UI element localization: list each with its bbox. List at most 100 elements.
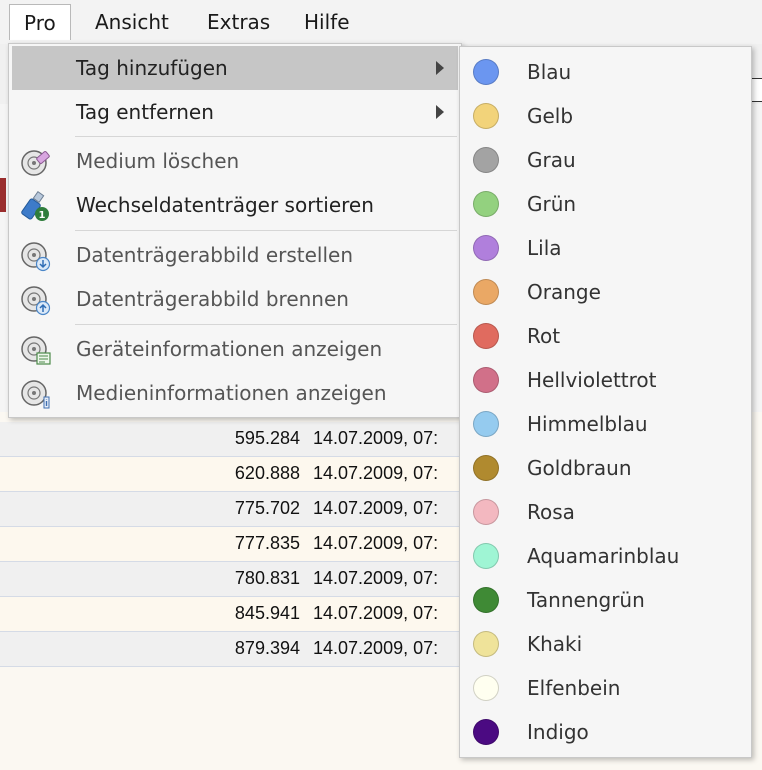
size-cell: 879.394 xyxy=(234,638,300,658)
tag-item-lila[interactable]: Lila xyxy=(460,226,751,270)
tag-item-goldbraun[interactable]: Goldbraun xyxy=(460,446,751,490)
menu-item-label: Geräteinformationen anzeigen xyxy=(76,337,383,361)
tag-item-label: Aquamarinblau xyxy=(527,544,680,568)
tag-item-label: Blau xyxy=(527,60,572,84)
color-dot-icon xyxy=(473,147,499,173)
submenu-arrow-icon xyxy=(436,105,444,119)
color-dot-icon xyxy=(473,235,499,261)
tag-item-indigo[interactable]: Indigo xyxy=(460,710,751,754)
add-tag-submenu: Blau Gelb Grau Grün Lila Orange Rot Hell… xyxy=(459,46,752,758)
disc-device-info-icon xyxy=(21,336,51,365)
menu-item-remove-tag[interactable]: Tag entfernen xyxy=(12,90,458,134)
usb-drive-icon: 1 xyxy=(21,191,49,221)
menu-separator xyxy=(75,136,457,137)
tag-item-hellviolettrot[interactable]: Hellviolettrot xyxy=(460,358,751,402)
tag-item-elfenbein[interactable]: Elfenbein xyxy=(460,666,751,710)
menu-item-label: Datenträgerabbild erstellen xyxy=(76,243,354,267)
menu-pro[interactable]: Pro xyxy=(9,4,71,40)
menu-item-sort-removable[interactable]: 1 Wechseldatenträger sortieren xyxy=(12,183,458,227)
tag-item-label: Rot xyxy=(527,324,561,348)
menu-hilfe[interactable]: Hilfe xyxy=(290,4,364,40)
table-row[interactable]: 620.888 14.07.2009, 07: xyxy=(0,457,460,492)
tag-item-aquamarinblau[interactable]: Aquamarinblau xyxy=(460,534,751,578)
menu-separator xyxy=(75,324,457,325)
table-row[interactable]: 845.941 14.07.2009, 07: xyxy=(0,597,460,632)
tag-item-khaki[interactable]: Khaki xyxy=(460,622,751,666)
tag-item-label: Gelb xyxy=(527,104,574,128)
color-dot-icon xyxy=(473,411,499,437)
date-cell: 14.07.2009, 07: xyxy=(313,638,439,658)
tag-item-label: Elfenbein xyxy=(527,676,621,700)
tag-item-label: Khaki xyxy=(527,632,583,656)
disc-burn-icon xyxy=(21,286,51,316)
tag-item-label: Himmelblau xyxy=(527,412,648,436)
tag-item-himmelblau[interactable]: Himmelblau xyxy=(460,402,751,446)
tag-item-label: Rosa xyxy=(527,500,575,524)
menu-item-label: Medieninformationen anzeigen xyxy=(76,381,387,405)
menu-item-create-disc-image[interactable]: Datenträgerabbild erstellen xyxy=(12,233,458,277)
table-row[interactable]: 595.284 14.07.2009, 07: xyxy=(0,422,460,457)
date-cell: 14.07.2009, 07: xyxy=(313,463,439,483)
tag-item-grau[interactable]: Grau xyxy=(460,138,751,182)
color-dot-icon xyxy=(473,587,499,613)
table-row[interactable]: 879.394 14.07.2009, 07: xyxy=(0,632,460,667)
color-dot-icon xyxy=(473,103,499,129)
disc-media-info-icon xyxy=(21,380,50,409)
tag-item-label: Grau xyxy=(527,148,576,172)
menu-ansicht[interactable]: Ansicht xyxy=(81,4,183,40)
tag-item-gelb[interactable]: Gelb xyxy=(460,94,751,138)
size-cell: 620.888 xyxy=(234,463,300,483)
table-row[interactable]: 775.702 14.07.2009, 07: xyxy=(0,492,460,527)
size-cell: 595.284 xyxy=(234,428,300,448)
tag-item-label: Tannengrün xyxy=(527,588,645,612)
menu-item-media-info[interactable]: Medieninformationen anzeigen xyxy=(12,371,458,415)
menu-bar: Pro Ansicht Extras Hilfe xyxy=(0,0,762,45)
tag-item-gruen[interactable]: Grün xyxy=(460,182,751,226)
color-dot-icon xyxy=(473,59,499,85)
color-dot-icon xyxy=(473,675,499,701)
submenu-arrow-icon xyxy=(436,61,444,75)
color-dot-icon xyxy=(473,455,499,481)
color-dot-icon xyxy=(473,631,499,657)
menu-item-label: Datenträgerabbild brennen xyxy=(76,287,349,311)
tag-item-rosa[interactable]: Rosa xyxy=(460,490,751,534)
tag-item-label: Indigo xyxy=(527,720,589,744)
menu-item-label: Wechseldatenträger sortieren xyxy=(76,193,374,217)
tag-item-label: Orange xyxy=(527,280,601,304)
menu-item-erase-medium[interactable]: Medium löschen xyxy=(12,139,458,183)
tag-item-orange[interactable]: Orange xyxy=(460,270,751,314)
color-dot-icon xyxy=(473,719,499,745)
tag-item-label: Goldbraun xyxy=(527,456,632,480)
disc-erase-icon xyxy=(21,150,50,176)
table-row[interactable]: 780.831 14.07.2009, 07: xyxy=(0,562,460,597)
color-dot-icon xyxy=(473,367,499,393)
pro-dropdown-menu: Tag hinzufügen Tag entfernen Medium lösc… xyxy=(8,43,462,418)
color-dot-icon xyxy=(473,191,499,217)
menu-separator xyxy=(75,230,457,231)
tag-item-label: Hellviolettrot xyxy=(527,368,657,392)
color-dot-icon xyxy=(473,543,499,569)
menu-item-label: Tag hinzufügen xyxy=(76,56,228,80)
date-cell: 14.07.2009, 07: xyxy=(313,428,439,448)
date-cell: 14.07.2009, 07: xyxy=(313,568,439,588)
table-row[interactable]: 777.835 14.07.2009, 07: xyxy=(0,527,460,562)
menu-item-label: Tag entfernen xyxy=(76,100,214,124)
tag-item-blau[interactable]: Blau xyxy=(460,50,751,94)
menu-item-device-info[interactable]: Geräteinformationen anzeigen xyxy=(12,327,458,371)
size-cell: 780.831 xyxy=(234,568,300,588)
menu-item-label: Medium löschen xyxy=(76,149,240,173)
tag-item-tannengruen[interactable]: Tannengrün xyxy=(460,578,751,622)
disc-image-create-icon xyxy=(21,242,51,272)
menu-extras[interactable]: Extras xyxy=(193,4,284,40)
menu-item-burn-disc-image[interactable]: Datenträgerabbild brennen xyxy=(12,277,458,321)
tag-item-rot[interactable]: Rot xyxy=(460,314,751,358)
date-cell: 14.07.2009, 07: xyxy=(313,533,439,553)
date-cell: 14.07.2009, 07: xyxy=(313,498,439,518)
color-dot-icon xyxy=(473,323,499,349)
tag-item-label: Lila xyxy=(527,236,562,260)
menu-item-add-tag[interactable]: Tag hinzufügen xyxy=(12,46,458,90)
background-tag-marker xyxy=(0,178,6,212)
date-cell: 14.07.2009, 07: xyxy=(313,603,439,623)
svg-text:1: 1 xyxy=(39,210,46,221)
size-cell: 777.835 xyxy=(234,533,300,553)
